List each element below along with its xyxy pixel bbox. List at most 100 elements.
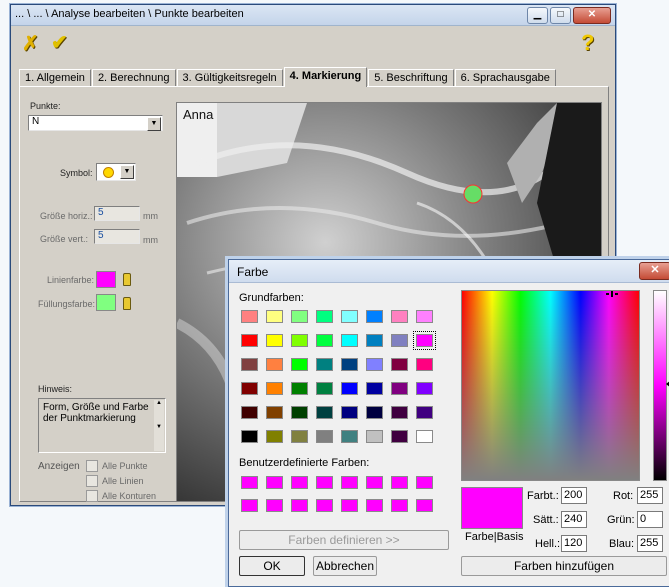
tab-sprachausgabe[interactable]: 6. Sprachausgabe	[454, 69, 556, 87]
custom-color-swatch[interactable]	[291, 476, 308, 489]
basic-color-swatch[interactable]	[391, 310, 408, 323]
linienfarbe-swatch[interactable]	[96, 271, 116, 288]
basic-color-swatch[interactable]	[366, 430, 383, 443]
hell-input[interactable]: 120	[561, 535, 587, 552]
chevron-down-icon[interactable]: ▼	[120, 165, 134, 179]
basic-color-swatch[interactable]	[416, 430, 433, 443]
basic-color-swatch[interactable]	[366, 406, 383, 419]
basic-color-swatch[interactable]	[416, 382, 433, 395]
basic-color-swatch[interactable]	[341, 310, 358, 323]
basic-color-swatch[interactable]	[391, 406, 408, 419]
ok-button[interactable]: OK	[239, 556, 305, 576]
basic-color-swatch[interactable]	[266, 310, 283, 323]
close-button[interactable]: ✕	[573, 7, 611, 24]
basic-color-swatch[interactable]	[291, 406, 308, 419]
basic-color-swatch[interactable]	[241, 406, 258, 419]
custom-color-swatch[interactable]	[316, 476, 333, 489]
basic-color-swatch[interactable]	[391, 358, 408, 371]
custom-color-swatch[interactable]	[366, 499, 383, 512]
basic-color-swatch[interactable]	[366, 310, 383, 323]
basic-color-swatch[interactable]	[316, 358, 333, 371]
basic-color-swatch[interactable]	[241, 430, 258, 443]
custom-color-swatch[interactable]	[341, 476, 358, 489]
custom-color-swatch[interactable]	[316, 499, 333, 512]
basic-color-swatch[interactable]	[416, 310, 433, 323]
basic-color-swatch[interactable]	[266, 334, 283, 347]
basic-color-swatch[interactable]	[291, 382, 308, 395]
basic-color-swatch[interactable]	[316, 430, 333, 443]
basic-color-swatch[interactable]	[366, 334, 383, 347]
luminance-slider[interactable]	[653, 290, 667, 481]
custom-color-swatch[interactable]	[391, 499, 408, 512]
fuellungsfarbe-swatch[interactable]	[96, 294, 116, 311]
dialog-close-button[interactable]: ✕	[639, 262, 669, 280]
basic-color-swatch[interactable]	[416, 406, 433, 419]
basic-color-swatch[interactable]	[266, 430, 283, 443]
custom-color-swatch[interactable]	[266, 499, 283, 512]
cancel-button[interactable]: Abbrechen	[313, 556, 377, 576]
rot-input[interactable]: 255	[637, 487, 663, 504]
basic-color-swatch[interactable]	[241, 382, 258, 395]
custom-color-swatch[interactable]	[266, 476, 283, 489]
basic-color-swatch[interactable]	[291, 334, 308, 347]
basic-color-swatch[interactable]	[366, 358, 383, 371]
basic-color-swatch[interactable]	[341, 430, 358, 443]
basic-color-swatch[interactable]	[391, 430, 408, 443]
basic-color-swatch[interactable]	[316, 310, 333, 323]
color-spectrum[interactable]	[461, 290, 640, 481]
farbt-input[interactable]: 200	[561, 487, 587, 504]
basic-color-swatch[interactable]	[316, 406, 333, 419]
cancel-x-icon[interactable]: ✗	[22, 31, 39, 56]
custom-color-swatch[interactable]	[416, 476, 433, 489]
basic-color-swatch[interactable]	[241, 334, 258, 347]
basic-color-swatch[interactable]	[266, 406, 283, 419]
custom-color-swatch[interactable]	[241, 476, 258, 489]
alle-punkte-checkbox[interactable]	[86, 460, 98, 472]
custom-color-swatch[interactable]	[416, 499, 433, 512]
chevron-down-icon[interactable]: ▼	[147, 117, 161, 131]
basic-color-swatch[interactable]	[266, 358, 283, 371]
tab-markierung[interactable]: 4. Markierung	[283, 67, 368, 87]
alle-linien-checkbox[interactable]	[86, 475, 98, 487]
basic-color-swatch[interactable]	[341, 382, 358, 395]
tab-beschriftung[interactable]: 5. Beschriftung	[368, 69, 454, 87]
custom-color-swatch[interactable]	[341, 499, 358, 512]
basic-color-swatch[interactable]	[413, 331, 436, 350]
add-custom-color-button[interactable]: Farben hinzufügen	[461, 556, 667, 576]
custom-color-swatch[interactable]	[241, 499, 258, 512]
blau-input[interactable]: 255	[637, 535, 663, 552]
basic-color-swatch[interactable]	[241, 358, 258, 371]
basic-color-swatch[interactable]	[291, 430, 308, 443]
tab-gueltigkeitsregeln[interactable]: 3. Gültigkeitsregeln	[176, 69, 283, 87]
groesse-horiz-input[interactable]: 5	[94, 206, 140, 221]
define-colors-button[interactable]: Farben definieren >>	[239, 530, 449, 550]
basic-color-swatch[interactable]	[391, 334, 408, 347]
ok-check-icon[interactable]: ✔	[51, 30, 68, 55]
basic-color-swatch[interactable]	[341, 358, 358, 371]
gruen-input[interactable]: 0	[637, 511, 663, 528]
help-icon[interactable]: ?	[581, 30, 594, 56]
custom-color-swatch[interactable]	[366, 476, 383, 489]
edit-color-icon[interactable]	[123, 273, 131, 286]
basic-color-swatch[interactable]	[291, 358, 308, 371]
custom-color-swatch[interactable]	[391, 476, 408, 489]
scrollbar[interactable]: ▲ ▼	[154, 400, 164, 451]
basic-color-swatch[interactable]	[341, 406, 358, 419]
basic-color-swatch[interactable]	[241, 310, 258, 323]
symbol-dropdown[interactable]: ▼	[96, 163, 136, 181]
basic-color-swatch[interactable]	[366, 382, 383, 395]
saett-input[interactable]: 240	[561, 511, 587, 528]
basic-color-swatch[interactable]	[316, 382, 333, 395]
alle-konturen-checkbox[interactable]	[86, 490, 98, 502]
edit-color-icon[interactable]	[123, 297, 131, 310]
punkte-dropdown[interactable]: N ▼	[28, 115, 163, 131]
basic-color-swatch[interactable]	[316, 334, 333, 347]
groesse-vert-input[interactable]: 5	[94, 229, 140, 244]
tab-berechnung[interactable]: 2. Berechnung	[91, 69, 176, 87]
tab-allgemein[interactable]: 1. Allgemein	[19, 69, 91, 87]
minimize-button[interactable]: ▁	[527, 7, 548, 24]
basic-color-swatch[interactable]	[416, 358, 433, 371]
basic-color-swatch[interactable]	[341, 334, 358, 347]
basic-color-swatch[interactable]	[291, 310, 308, 323]
basic-color-swatch[interactable]	[266, 382, 283, 395]
